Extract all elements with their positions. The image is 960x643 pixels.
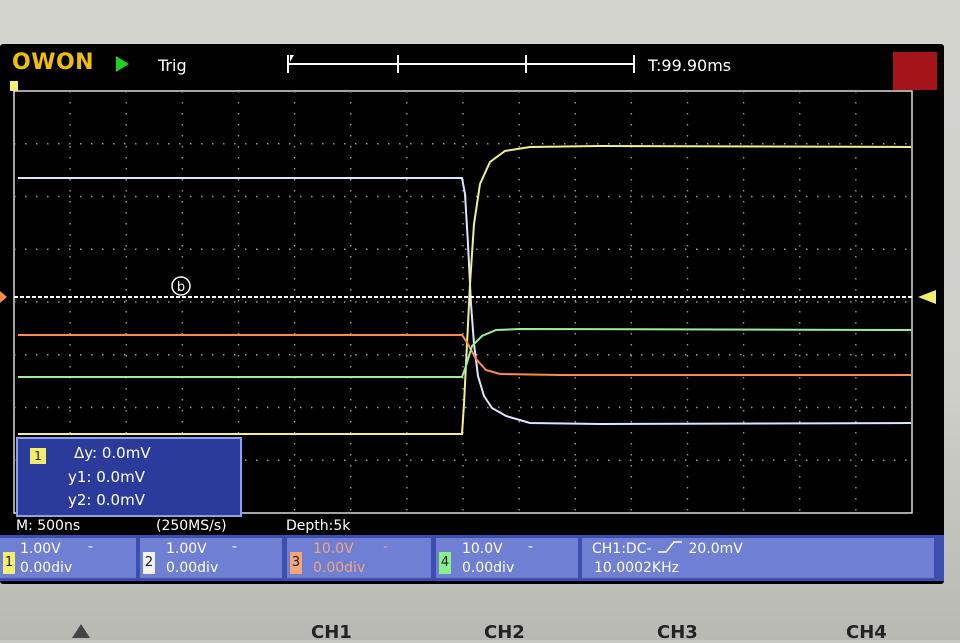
channel-status-bar: 1 1.00V - 0.00div 2 1.00V - 0.00div 3 10… [0,535,944,581]
ch3-offset: 0.00div [313,560,366,576]
trigger-level-marker-icon [918,290,936,304]
depth-readout: Depth:5k [286,518,351,534]
ch3-scale: 10.0V [313,541,354,557]
delta-y-readout: Δy: 0.0mV [74,444,151,462]
cursor-marker-label: b [177,280,185,295]
timebase-readout: M: 500ns [16,518,81,534]
rising-edge-icon [658,541,682,553]
ch3-number: 3 [290,552,302,574]
ch1-status[interactable]: 1 1.00V - 0.00div [0,538,136,578]
ch4-number: 4 [439,552,451,574]
ch2-coupling: - [232,539,238,555]
cursor-channel-badge: 1 [30,448,46,464]
y2-readout: y2: 0.0mV [68,491,145,509]
ch1-level-marker-icon [10,81,18,91]
ch2-number: 2 [143,552,155,574]
oscilloscope-screen: OWON Trig T:99.90ms b 1 Δy: 0.0mV y1: 0.… [0,44,944,584]
ch4-trace [18,327,912,378]
ch1-coupling: - [88,539,94,555]
trigger-setting: CH1:DC- [592,541,652,557]
ch3-status[interactable]: 3 10.0V - 0.00div [287,538,431,578]
ch4-coupling: - [528,539,534,555]
ch4-offset: 0.00div [462,560,515,576]
trigger-status-box[interactable]: CH1:DC- 20.0mV 10.0002KHz [582,538,934,578]
ch3-coupling: - [383,539,389,555]
y1-readout: y1: 0.0mV [68,468,145,486]
ch2-status[interactable]: 2 1.00V - 0.00div [140,538,282,578]
ch2-scale: 1.00V [166,541,207,557]
ch1-offset: 0.00div [20,560,73,576]
ch2-offset: 0.00div [166,560,219,576]
ch1-number: 1 [3,552,15,574]
trigger-level: 20.0mV [688,541,743,557]
sample-rate-readout: (250MS/s) [156,518,227,534]
ch4-status[interactable]: 4 10.0V - 0.00div [436,538,578,578]
cursor-measure-panel: 1 Δy: 0.0mV y1: 0.0mV y2: 0.0mV [16,437,242,517]
ch4-scale: 10.0V [462,541,503,557]
trigger-frequency: 10.0002KHz [594,560,679,576]
ch1-scale: 1.00V [20,541,61,557]
arrow-up-key-icon[interactable] [72,624,90,638]
ch3-level-marker-icon [0,291,7,303]
